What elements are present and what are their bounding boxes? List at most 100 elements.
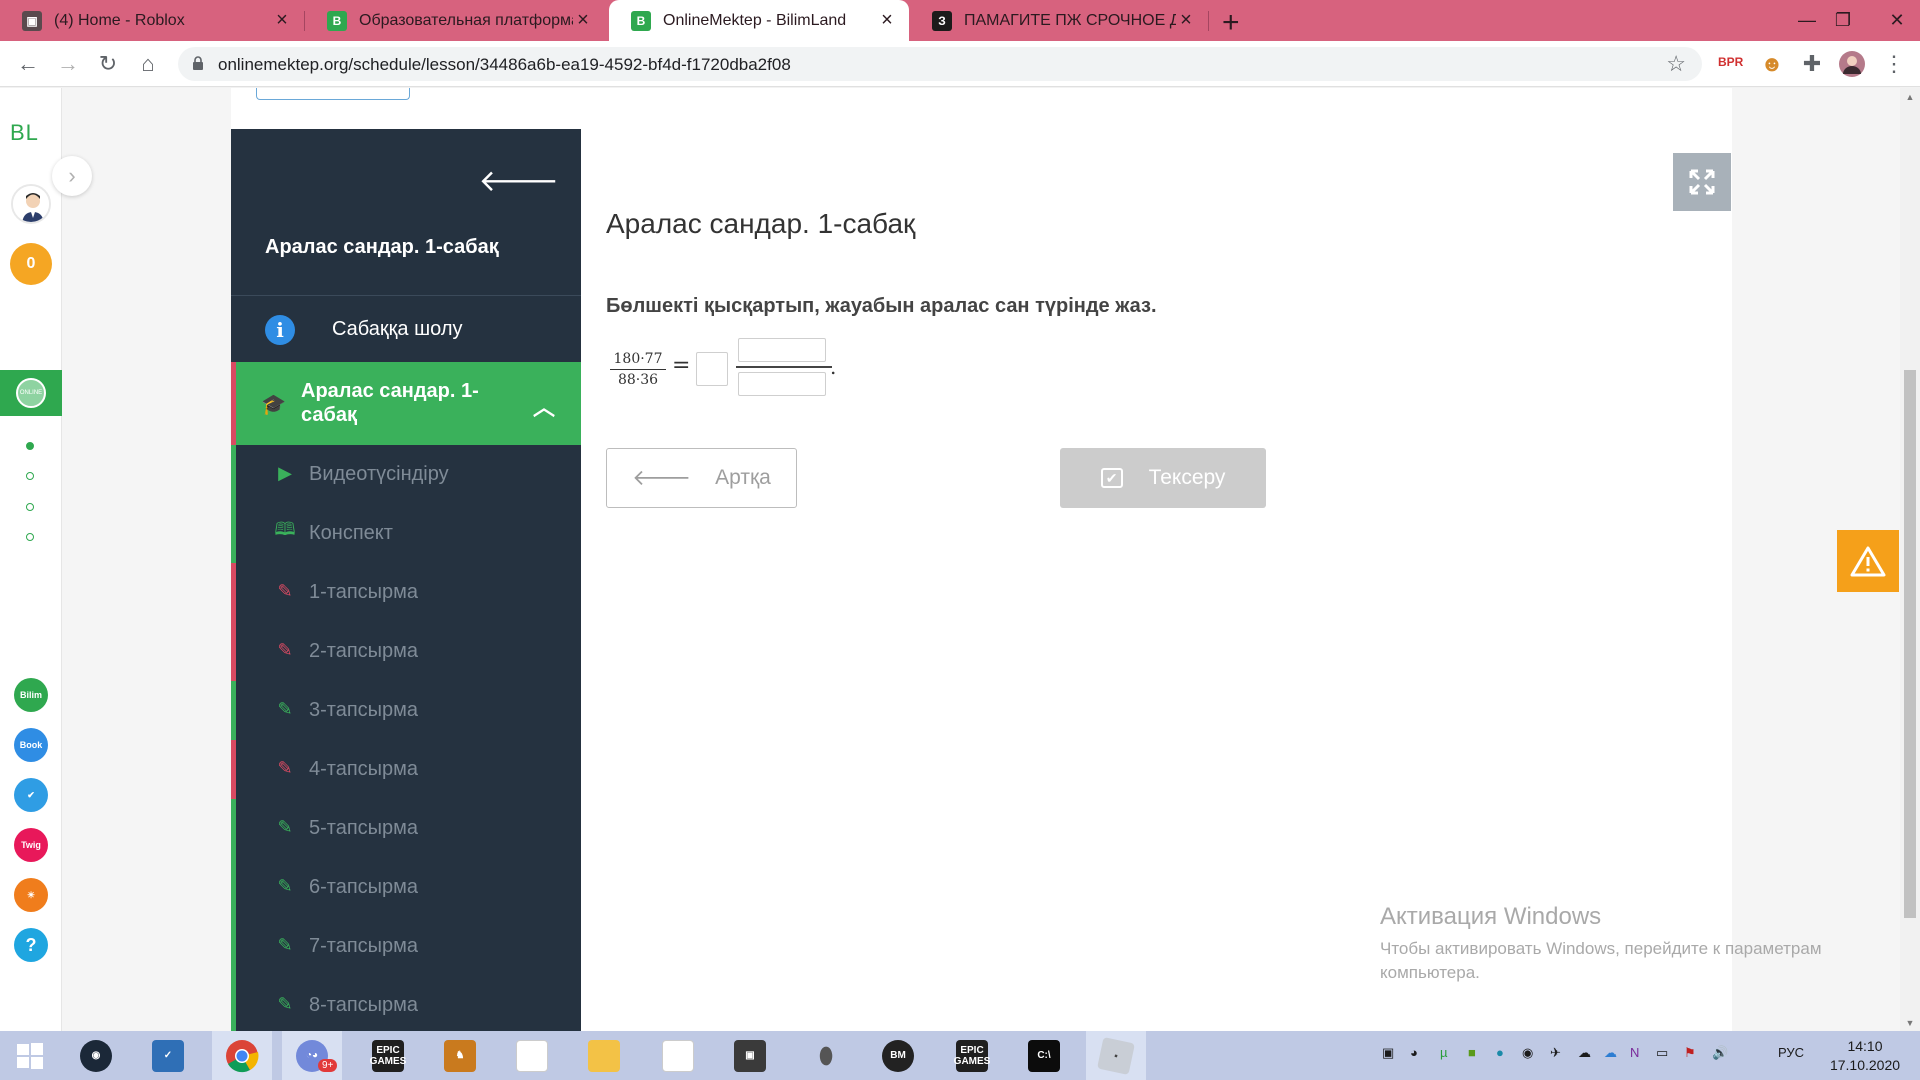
reload-icon[interactable]: ↻ [94,50,122,78]
forward-arrow-icon[interactable]: → [54,50,82,78]
mouse-icon[interactable]: ⬮ [796,1031,856,1080]
profile-avatar[interactable] [1838,50,1866,78]
tray-discord-icon[interactable]: ◕ [1410,1045,1418,1060]
browser-tab[interactable]: ▣ (4) Home - Roblox × [0,0,304,41]
tray-onenote-icon[interactable]: N [1630,1045,1639,1060]
bilimland-logo[interactable]: BL [10,120,39,146]
steam-icon[interactable]: ◉ [66,1031,126,1080]
back-button[interactable]: 🡐 Артқа [606,448,797,508]
back-arrow-icon[interactable]: ← [14,50,42,78]
browser-tab[interactable]: B Образовательная платформа для × [305,0,605,41]
check-button[interactable]: ✔ Тексеру [1060,448,1266,508]
onlinemektep-rail-item[interactable]: ONLINE [0,370,62,416]
epic-games-icon[interactable]: EPIC GAMES [358,1031,418,1080]
sidebar-item-task[interactable]: ✎ 8-тапсырма [231,976,581,1031]
chevron-up-icon[interactable]: ︿ [533,390,555,422]
tray-onedrive-icon[interactable]: ☁ [1604,1045,1617,1061]
csgo-icon[interactable]: ♞ [430,1031,490,1080]
help-icon[interactable]: ? [14,928,48,962]
rail-dot[interactable] [26,472,34,480]
folder-icon[interactable] [574,1031,634,1080]
terminal-icon[interactable]: C:\ [1014,1031,1074,1080]
user-avatar[interactable] [11,184,51,224]
sidebar-item-label: Сабаққа шолу [332,318,463,340]
menu-kebab-icon[interactable]: ⋮ [1880,50,1908,78]
numerator-input[interactable] [738,338,826,362]
rail-dot[interactable] [26,503,34,511]
scroll-down-arrow-icon[interactable]: ▼ [1904,1018,1916,1028]
whole-part-input[interactable] [696,352,728,386]
close-icon[interactable]: × [573,9,593,32]
extension-face-icon[interactable]: ☻ [1758,50,1786,78]
sidebar-item-video[interactable]: ▶ Видеотүсіндіру [231,445,581,504]
points-badge[interactable]: 0 [10,243,52,285]
sidebar-section-active[interactable]: 🎓 Аралас сандар. 1-сабақ ︿ [231,362,581,445]
tray-nvidia-icon[interactable]: ■ [1468,1045,1476,1060]
task-app-icon[interactable]: ✓ [138,1031,198,1080]
bpr-extension-icon[interactable]: BPR [1718,55,1743,69]
puzzle-extensions-icon[interactable]: ✚ [1798,50,1826,78]
roblox-icon[interactable]: ▪ [1086,1031,1146,1080]
home-icon[interactable]: ⌂ [134,50,162,78]
scrollbar-thumb[interactable] [1904,370,1916,918]
discord-icon[interactable]: ◔◕ 9+ [282,1031,342,1080]
sidebar-item-task[interactable]: ✎ 3-тапсырма [231,681,581,740]
sidebar-item-overview[interactable]: i Сабаққа шолу [231,296,581,362]
system-clock[interactable]: 14:10 17.10.2020 [1816,1037,1914,1075]
tray-app-icon[interactable]: ● [1496,1045,1504,1060]
tray-flag-icon[interactable]: ⚑ [1684,1045,1696,1061]
bookmark-star-icon[interactable]: ☆ [1666,51,1686,77]
volume-icon[interactable]: 🔊 [1712,1045,1728,1061]
sidebar-item-task[interactable]: ✎ 1-тапсырма [231,563,581,622]
file-icon[interactable] [648,1031,708,1080]
fullscreen-button[interactable] [1673,153,1731,211]
close-window-button[interactable]: ✕ [1874,0,1920,41]
epic-games-icon[interactable]: EPIC GAMES [942,1031,1002,1080]
chrome-icon[interactable] [212,1031,272,1080]
rail-dot[interactable] [26,442,34,450]
scroll-up-arrow-icon[interactable]: ▲ [1904,92,1916,102]
windows-start-icon[interactable] [0,1031,60,1080]
close-icon[interactable]: × [877,9,897,32]
tray-display-icon[interactable]: ▭ [1656,1045,1668,1061]
sidebar-item-task[interactable]: ✎ 6-тапсырма [231,858,581,917]
bilimbook-icon[interactable]: Book [14,728,48,762]
tray-epic-icon[interactable]: ▣ [1382,1045,1394,1061]
denominator-input[interactable] [738,372,826,396]
close-icon[interactable]: × [272,9,292,32]
twig-icon[interactable]: Twig [14,828,48,862]
tray-steam-icon[interactable]: ◉ [1522,1045,1533,1061]
restore-button[interactable]: ❐ [1820,0,1866,41]
tray-app-icon[interactable]: ✈ [1550,1045,1561,1061]
itest-icon[interactable]: ✔ [14,778,48,812]
sidebar-item-task[interactable]: ✎ 5-тапсырма [231,799,581,858]
imektep-icon[interactable]: ☀ [14,878,48,912]
sidebar-title: Аралас сандар. 1-сабақ [265,236,499,258]
sidebar-item-task[interactable]: ✎ 4-тапсырма [231,740,581,799]
sidebar-item-task[interactable]: ✎ 7-тапсырма [231,917,581,976]
rail-expand-button[interactable]: › [52,156,92,196]
sidebar-item-task[interactable]: ✎ 2-тапсырма [231,622,581,681]
given-fraction: 180·77 88·36 [610,351,666,388]
sidebar-item-label: 6-тапсырма [309,876,419,898]
collapse-arrow-icon[interactable]: 🡐 [479,163,559,199]
app-icon[interactable]: ▣ [720,1031,780,1080]
tray-network-icon[interactable]: ☁ [1578,1045,1591,1061]
sidebar-item-notes[interactable]: 🕮 Конспект [231,504,581,563]
top-button-edge[interactable] [256,88,410,100]
file-icon[interactable] [502,1031,562,1080]
report-problem-button[interactable] [1837,530,1899,592]
close-icon[interactable]: × [1176,9,1196,32]
back-button-label: Артқа [715,466,771,489]
bm-icon[interactable]: BM [868,1031,928,1080]
tray-utorrent-icon[interactable]: µ [1440,1045,1448,1060]
rail-dot[interactable] [26,533,34,541]
status-edge [231,504,236,563]
address-bar[interactable]: onlinemektep.org/schedule/lesson/34486a6… [178,47,1702,81]
new-tab-button[interactable]: + [1222,6,1240,40]
browser-tab-active[interactable]: B OnlineMektep - BilimLand × [609,0,909,41]
language-indicator[interactable]: РУС [1778,1045,1804,1060]
bilimland-icon[interactable]: Bilim [14,678,48,712]
url-text: onlinemektep.org/schedule/lesson/34486a6… [218,55,791,74]
browser-tab[interactable]: З ПАМАГИТЕ ПЖ СРОЧНОЕ ДЕЛО × [910,0,1208,41]
